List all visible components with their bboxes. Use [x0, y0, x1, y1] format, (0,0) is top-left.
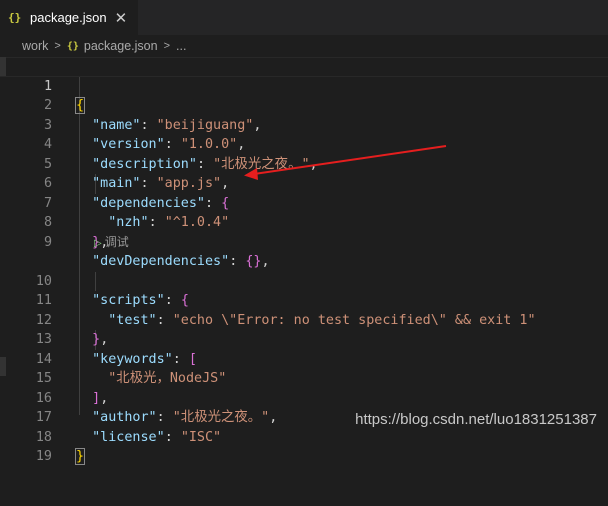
watermark: https://blog.csdn.net/luo1831251387 [355, 411, 597, 428]
code-text: } [74, 448, 86, 465]
red-arrow-annotation [244, 145, 447, 180]
line-number: 19 [35, 449, 52, 464]
